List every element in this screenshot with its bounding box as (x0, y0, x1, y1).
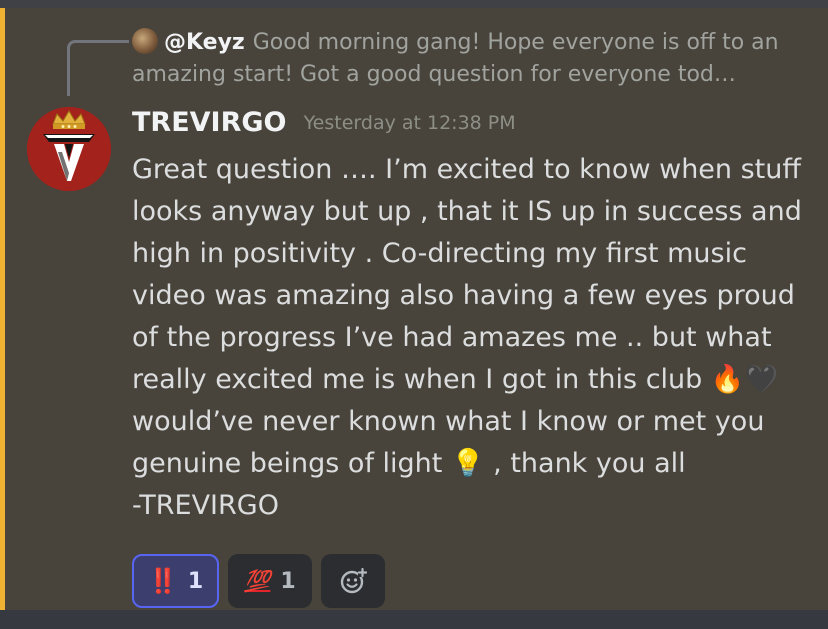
reply-spine (67, 40, 129, 96)
reaction-hundred[interactable]: 💯 1 (228, 554, 312, 608)
trevirgo-logo-icon (27, 107, 111, 191)
top-strip (0, 0, 828, 8)
timestamp[interactable]: Yesterday at 12:38 PM (304, 112, 516, 134)
reply-avatar[interactable] (132, 28, 158, 54)
author-name[interactable]: TREVIRGO (132, 107, 287, 138)
message-header: TREVIRGO Yesterday at 12:38 PM (132, 107, 516, 147)
reply-author[interactable]: @Keyz (164, 30, 245, 55)
bottom-strip (0, 610, 828, 629)
hundred-points-icon: 💯 (244, 568, 271, 593)
message-item[interactable]: @Keyz Good morning gang! Hope everyone is… (0, 8, 828, 610)
message-content: Great question …. I’m excited to know wh… (132, 154, 802, 521)
add-reaction-icon (340, 567, 367, 594)
add-reaction-button[interactable] (320, 554, 385, 608)
avatar[interactable] (27, 107, 111, 191)
reaction-count: 1 (280, 568, 296, 594)
reply-preview[interactable]: @Keyz Good morning gang! Hope everyone is… (132, 27, 822, 91)
reaction-double-exclamation[interactable]: ‼️ 1 (132, 554, 220, 608)
double-exclamation-icon: ‼️ (148, 567, 178, 595)
reaction-count: 1 (187, 568, 204, 594)
reactions-bar: ‼️ 1 💯 1 (132, 554, 385, 608)
